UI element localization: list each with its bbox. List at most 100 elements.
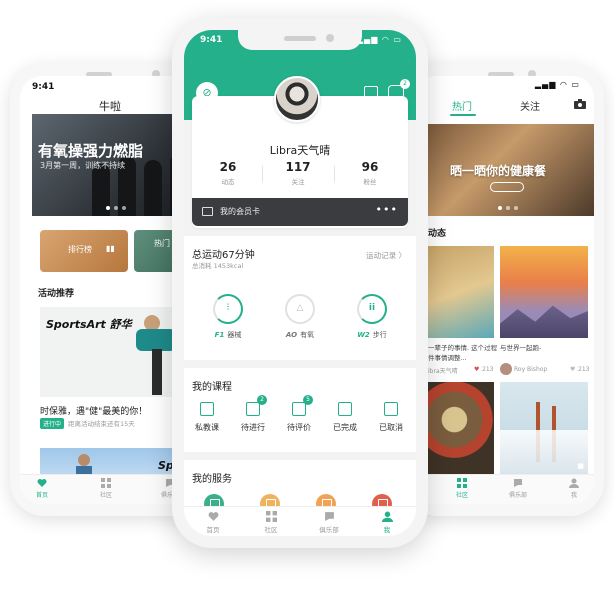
divider (334, 166, 335, 182)
course-private[interactable]: 私教课 (184, 402, 230, 433)
device-label: F1 器械 (198, 330, 258, 340)
stat-value: 96 (361, 160, 379, 174)
camera-icon[interactable] (574, 99, 586, 109)
document-icon: 5 (292, 395, 313, 416)
mountain-icon: △ (296, 303, 304, 313)
device-label: AO 有氧 (270, 330, 330, 340)
post-image[interactable] (428, 382, 494, 476)
sport-summary: 总运动67分钟 总消耗 1453kcal 运动记录 〉 ⫶ F1 器械 △ AO 有… (184, 236, 416, 360)
tab-following[interactable]: 关注 (520, 98, 540, 113)
tab-label: 社区 (455, 492, 468, 499)
course-pending[interactable]: 2 待进行 (230, 395, 276, 433)
promo-subtitle: 距离活动结束还有15天 (68, 420, 135, 428)
mountain-shape (500, 305, 588, 338)
hero-subtitle: 3月第一周，训练不持续 (40, 161, 126, 170)
avatar[interactable] (500, 363, 512, 375)
stat-label: 动态 (221, 178, 235, 186)
hero-title: 有氧操强力燃脂 (38, 142, 144, 160)
notch (238, 30, 362, 50)
carousel-dots (498, 206, 518, 210)
hero-banner[interactable]: 晒一晒你的健康餐 (428, 124, 594, 216)
post-image[interactable] (428, 246, 494, 338)
count-badge: 5 (303, 395, 313, 405)
section-title: 动态 (428, 229, 447, 239)
video-icon: ■ (577, 462, 584, 470)
section-title: 活动推荐 (38, 289, 75, 299)
tab-indicator (450, 114, 476, 116)
post-image[interactable] (500, 246, 588, 338)
right-phone: ▂▄▆ ◠ ▭ 热门 关注 晒一晒你的健康餐 动态 一辈子的事情. 这个过程 件… (404, 64, 604, 516)
section-title: 我的服务 (192, 474, 232, 485)
tab-bar: 首页 社区 俱乐部 我 (184, 506, 416, 536)
tab-label: 俱乐部 (319, 526, 339, 534)
center-screen: 9:41 ▂▄▆ ◠ ▭ ⊘ 2 Libra天气晴 26 动态 117 关注 96 粉… (184, 30, 416, 536)
tab-bar: 社区 俱乐部 我 (414, 474, 594, 504)
course-label: 已取消 (379, 423, 403, 432)
tab-me[interactable]: 我 (554, 478, 594, 499)
promo-title: 时保雅，遇"健"最美的你！ (40, 407, 148, 417)
tab-club[interactable]: 俱乐部 (300, 511, 358, 534)
my-courses: 我的课程 私教课 2 待进行 5 待评价 已完成 已取消 (184, 368, 416, 452)
device-ao[interactable]: △ AO 有氧 (270, 294, 330, 340)
tab-label: 首页 (35, 492, 48, 499)
tab-home[interactable]: 首页 (22, 478, 62, 499)
heart-icon[interactable]: ♥ (570, 366, 575, 373)
device-code: W2 (357, 331, 370, 339)
user-icon (569, 478, 579, 488)
grid-icon (457, 478, 467, 488)
camera-dot (326, 34, 334, 42)
stat-value: 117 (285, 160, 311, 174)
status-time: 9:41 (200, 35, 223, 45)
device-f1[interactable]: ⫶ F1 器械 (198, 294, 258, 340)
stat-label: 关注 (291, 178, 305, 186)
profile-stats: 26 动态 117 关注 96 粉丝 (192, 160, 408, 196)
tab-label: 我 (383, 526, 391, 534)
progress-ring: ⅰⅰ (357, 294, 387, 324)
course-label: 待评价 (287, 423, 311, 432)
grid-icon (265, 511, 277, 522)
tab-community[interactable]: 社区 (86, 478, 126, 499)
tab-community[interactable]: 社区 (242, 511, 300, 534)
heart-icon[interactable]: ♥ (474, 366, 479, 373)
course-completed[interactable]: 已完成 (322, 402, 368, 433)
tab-me[interactable]: 我 (358, 511, 416, 534)
tab-label: 我 (570, 492, 577, 499)
check-doc-icon (338, 402, 352, 416)
ranking-card-label: 排行榜 (68, 245, 92, 254)
tab-home[interactable]: 首页 (184, 511, 242, 534)
status-icons: ▂▄▆ ◠ ▭ (356, 35, 402, 44)
calendar-icon (200, 402, 214, 416)
stat-label: 粉丝 (363, 178, 377, 186)
status-badge: 进行中 (40, 418, 65, 429)
device-w2[interactable]: ⅰⅰ W2 步行 (342, 294, 402, 340)
like-count: 213 (578, 366, 590, 373)
feed-tabs: 热门 关注 (414, 96, 594, 118)
device-code: F1 (214, 331, 225, 339)
post-image[interactable]: ■ (500, 382, 588, 476)
hero-button[interactable] (490, 182, 524, 192)
tab-hot[interactable]: 热门 (452, 98, 472, 113)
ranking-card[interactable]: 排行榜 ▮▮ (40, 230, 128, 272)
vip-card-bar[interactable]: 我的会员卡 ••• (192, 198, 408, 226)
message-badge: 2 (400, 79, 410, 89)
center-phone: 9:41 ▂▄▆ ◠ ▭ ⊘ 2 Libra天气晴 26 动态 117 关注 96 粉… (172, 18, 428, 548)
course-cancelled[interactable]: 已取消 (368, 402, 414, 433)
hero-figure (144, 160, 162, 216)
stat-followers[interactable]: 96 粉丝 (340, 160, 400, 186)
sport-record-link[interactable]: 运动记录 〉 (366, 250, 406, 261)
fog-layer (500, 430, 588, 476)
heart-icon (37, 479, 47, 487)
stat-posts[interactable]: 26 动态 (198, 160, 258, 186)
tab-label: 俱乐部 (508, 492, 527, 499)
more-icon[interactable]: ••• (376, 203, 398, 216)
tab-club[interactable]: 俱乐部 (498, 478, 538, 499)
user-icon (381, 511, 393, 522)
course-to-review[interactable]: 5 待评价 (276, 395, 322, 433)
stat-value: 26 (219, 160, 237, 174)
post-user: Roy Bishop (514, 366, 548, 373)
vip-label: 我的会员卡 (220, 207, 260, 216)
stat-following[interactable]: 117 关注 (268, 160, 328, 186)
sport-title: 总运动67分钟 (192, 250, 255, 261)
avatar[interactable] (274, 76, 320, 122)
tab-community[interactable]: 社区 (442, 478, 482, 499)
